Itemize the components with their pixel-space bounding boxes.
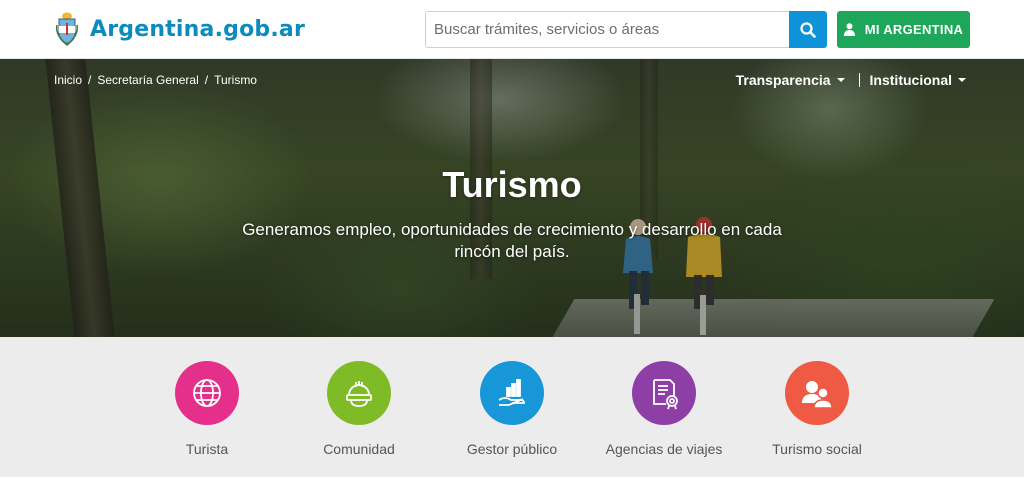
nav-divider (858, 73, 860, 87)
search-button[interactable] (789, 11, 827, 48)
category-agencias-de-viajes[interactable]: Agencias de viajes (584, 361, 744, 457)
breadcrumb-separator: / (204, 73, 209, 87)
category-comunidad[interactable]: Comunidad (279, 361, 439, 457)
page-subtitle: Generamos empleo, oportunidades de creci… (242, 220, 782, 261)
category-circle (327, 361, 391, 425)
transparencia-dropdown[interactable]: Transparencia (736, 72, 845, 88)
category-gestor-publico[interactable]: Gestor público (432, 361, 592, 457)
search-icon (800, 21, 816, 38)
category-label: Turista (185, 441, 229, 457)
category-circle (632, 361, 696, 425)
globe-icon (193, 379, 221, 407)
site-logo[interactable]: Argentina.gob.ar (54, 11, 305, 47)
search-input[interactable] (425, 11, 789, 48)
user-icon (843, 23, 855, 36)
caret-down-icon (836, 78, 845, 82)
top-nav: Transparencia Institucional (736, 72, 966, 88)
logo-text: Argentina.gob.ar (90, 16, 305, 42)
category-label: Comunidad (323, 441, 395, 457)
category-label: Agencias de viajes (605, 441, 723, 457)
category-shortcuts: Turista Comunidad Gestor público Agencia… (0, 337, 1024, 477)
category-circle (480, 361, 544, 425)
category-label: Gestor público (466, 441, 558, 457)
category-circle (785, 361, 849, 425)
category-turismo-social[interactable]: Turismo social (737, 361, 897, 457)
search-bar (425, 11, 827, 48)
breadcrumb-item-current: Turismo (214, 73, 257, 87)
mi-argentina-label: MI ARGENTINA (864, 22, 964, 37)
category-label: Turismo social (772, 441, 862, 457)
hardhat-icon (346, 381, 372, 407)
institucional-label: Institucional (869, 72, 952, 88)
breadcrumb-item-inicio[interactable]: Inicio (54, 73, 82, 87)
site-header: Argentina.gob.ar MI ARGENTINA (0, 0, 1024, 59)
mi-argentina-button[interactable]: MI ARGENTINA (837, 11, 970, 48)
category-turista[interactable]: Turista (127, 361, 287, 457)
page-title: Turismo (442, 164, 582, 205)
breadcrumb: Inicio / Secretaría General / Turismo (54, 73, 257, 87)
caret-down-icon (958, 78, 966, 82)
hero-banner: Inicio / Secretaría General / Turismo Tr… (0, 59, 1024, 337)
category-circle (175, 361, 239, 425)
breadcrumb-item-secretaria-general[interactable]: Secretaría General (97, 73, 198, 87)
hand-chart-icon (498, 379, 525, 406)
people-icon (802, 381, 833, 409)
institucional-dropdown[interactable]: Institucional (870, 72, 966, 88)
breadcrumb-separator: / (88, 73, 92, 87)
certificate-icon (653, 379, 678, 410)
coat-of-arms-icon (55, 12, 79, 47)
transparencia-label: Transparencia (735, 72, 831, 88)
